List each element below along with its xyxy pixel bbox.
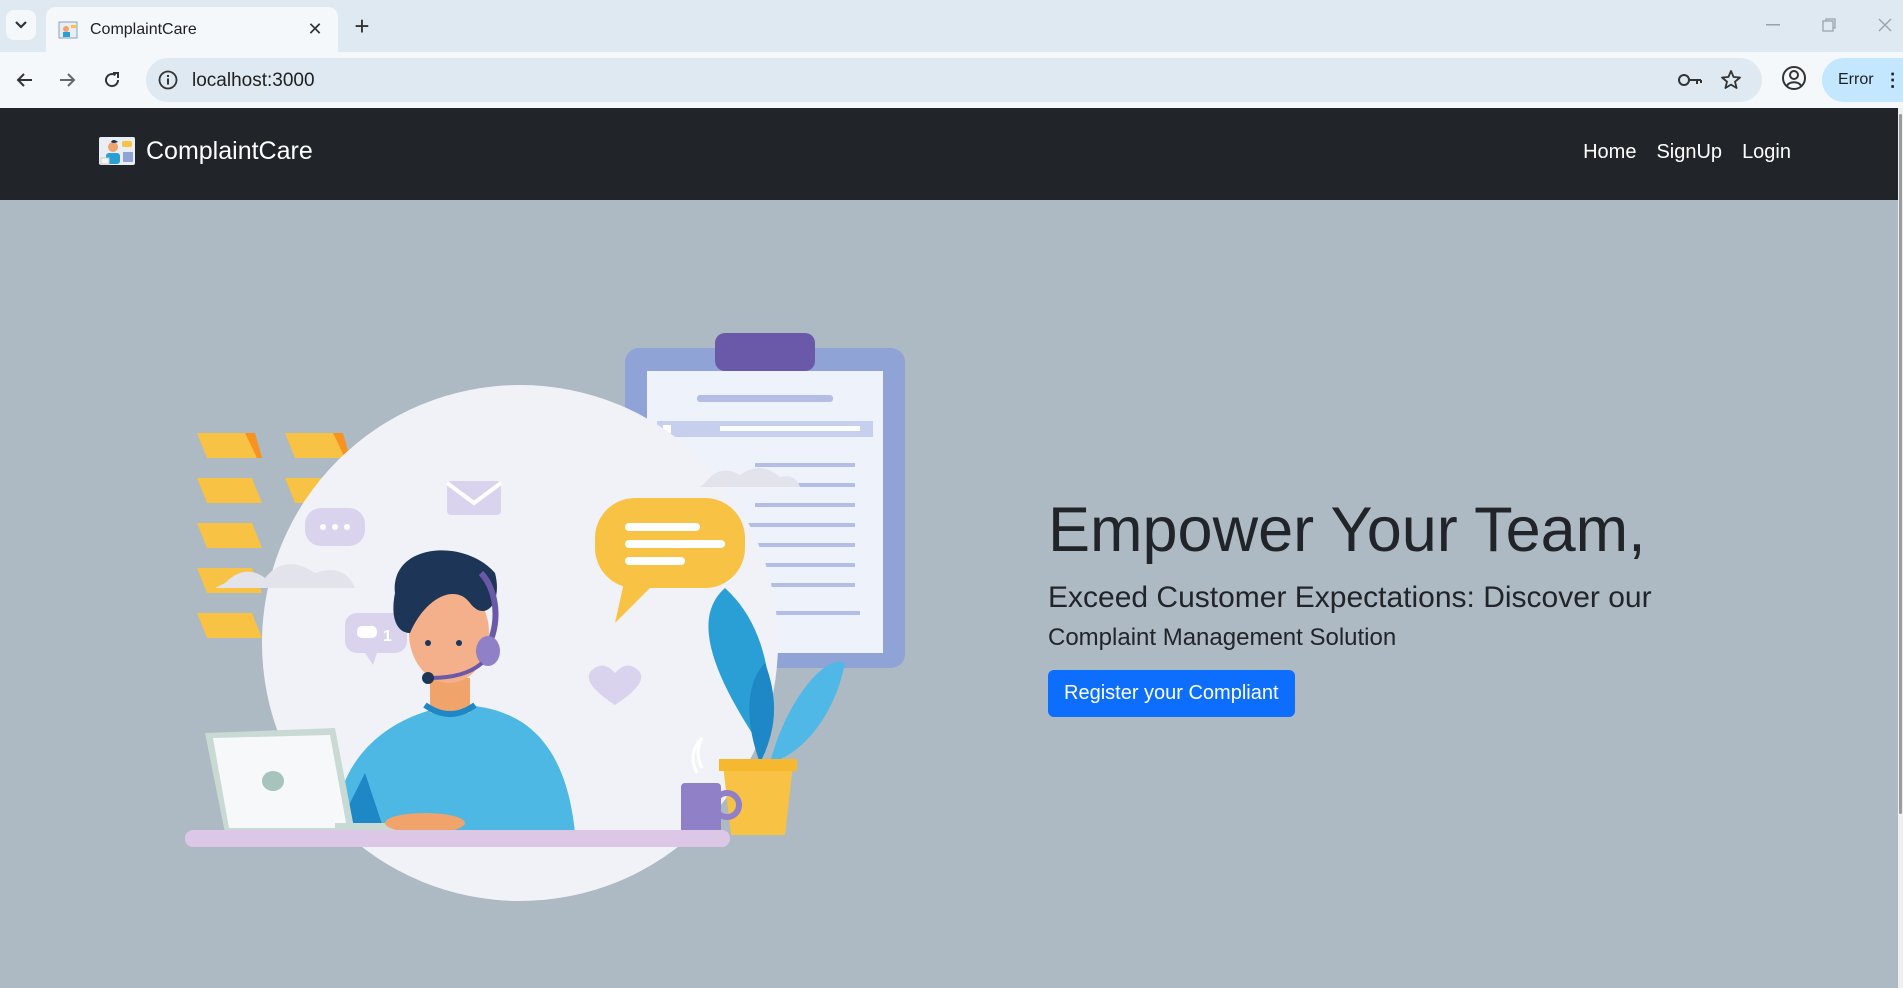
error-label: Error [1838,71,1874,88]
browser-toolbar: localhost:3000 Error ⋮ [0,52,1903,108]
window-close-icon[interactable] [1870,12,1900,38]
brand-name: ComplaintCare [146,136,313,165]
plus-icon[interactable]: + [348,11,376,41]
hero-title: Empower Your Team, [1048,495,1646,565]
nav-link-home[interactable]: Home [1583,141,1636,164]
key-icon[interactable] [1676,68,1704,92]
register-complaint-button[interactable]: Register your Compliant [1048,670,1295,718]
page-scrollbar[interactable] [1898,108,1903,988]
brand-logo-icon [99,137,135,165]
tab-title: ComplaintCare [90,20,197,38]
restore-icon[interactable] [1814,12,1844,38]
brand-link[interactable]: ComplaintCare [98,134,313,168]
more-menu-icon[interactable]: ⋮ [1884,71,1902,89]
favicon-icon [58,21,78,38]
star-icon[interactable] [1719,68,1743,92]
minimize-icon[interactable] [1758,12,1788,38]
nav-link-login[interactable]: Login [1742,141,1791,164]
back-arrow-icon[interactable] [8,64,40,96]
nav-link-signup[interactable]: SignUp [1656,141,1722,164]
info-icon[interactable] [156,68,180,92]
browser-tab[interactable]: ComplaintCare ✕ [46,7,338,52]
profile-icon[interactable] [1778,62,1810,94]
site-navbar: ComplaintCare Home SignUp Login [0,108,1898,200]
hero-text-block: Empower Your Team, Exceed Customer Expec… [1048,494,1768,718]
nav-links: Home SignUp Login [1583,141,1791,164]
browser-tabstrip: ComplaintCare ✕ + [0,0,1903,52]
hero-subtitle-line1: Exceed Customer Expectations: Discover o… [1048,581,1652,615]
scrollbar-thumb[interactable] [1899,114,1902,814]
close-icon[interactable]: ✕ [304,19,326,41]
forward-arrow-icon[interactable] [52,64,84,96]
error-button[interactable]: Error ⋮ [1822,58,1903,102]
address-bar[interactable]: localhost:3000 [146,58,1762,102]
desk-graphic [185,830,730,847]
svg-text:1: 1 [383,628,392,645]
customer-support-illustration: 1 [185,333,905,901]
ellipsis-bubble-icon [305,508,365,546]
hero-subtitle-line2: Complaint Management Solution [1048,624,1397,652]
envelope-icon [445,481,503,515]
reload-icon[interactable] [96,64,128,96]
url-text: localhost:3000 [192,70,315,91]
page-body: ComplaintCare Home SignUp Login 1 Empowe… [0,108,1898,988]
tab-search-icon[interactable] [6,10,36,40]
